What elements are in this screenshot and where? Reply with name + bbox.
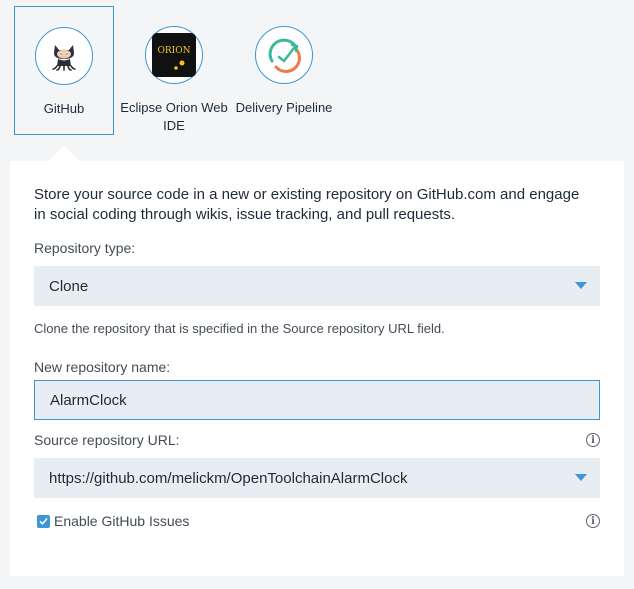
repository-type-value: Clone xyxy=(49,277,89,295)
source-repository-url-label: Source repository URL: xyxy=(34,432,180,448)
tool-label-github: GitHub xyxy=(43,101,85,116)
enable-issues-info-icon[interactable]: i xyxy=(586,514,600,528)
source-repository-url-select[interactable]: https://github.com/melickm/OpenToolchain… xyxy=(34,458,600,498)
tool-tile-delivery-pipeline[interactable]: Delivery Pipeline xyxy=(234,6,334,135)
enable-issues-row: Enable GitHub Issues xyxy=(37,513,189,529)
chevron-down-icon xyxy=(575,282,587,289)
new-repository-name-label: New repository name: xyxy=(34,359,171,375)
github-tile-icon-circle xyxy=(35,27,93,85)
source-repository-url-value: https://github.com/melickm/OpenToolchain… xyxy=(49,469,408,487)
toolchain-config-page: GitHub ORION Eclipse Orion Web IDE Deliv… xyxy=(0,0,634,589)
repository-type-help: Clone the repository that is specified i… xyxy=(34,321,445,336)
panel-description: Store your source code in a new or exist… xyxy=(34,186,580,223)
pipeline-tile-icon-circle xyxy=(255,26,313,84)
enable-issues-label: Enable GitHub Issues xyxy=(54,513,190,529)
repository-type-label: Repository type: xyxy=(34,240,136,256)
tool-tile-github[interactable]: GitHub xyxy=(14,6,114,135)
enable-issues-checkbox[interactable] xyxy=(37,514,50,528)
tool-tile-orion[interactable]: ORION Eclipse Orion Web IDE xyxy=(120,6,228,135)
orion-icon: ORION xyxy=(152,33,196,77)
repository-type-select[interactable]: Clone xyxy=(34,266,600,306)
checkmark-icon xyxy=(39,517,48,525)
selected-tool-pointer xyxy=(47,145,81,162)
new-repository-name-input[interactable] xyxy=(34,380,600,420)
orion-tile-icon-circle: ORION xyxy=(145,26,203,84)
delivery-pipeline-icon xyxy=(268,38,301,73)
tool-label-orion: Eclipse Orion Web IDE xyxy=(120,100,228,133)
github-octocat-icon xyxy=(52,45,76,71)
github-config-panel: Store your source code in a new or exist… xyxy=(10,161,624,576)
chevron-down-icon xyxy=(575,474,587,481)
source-url-info-icon[interactable]: i xyxy=(586,433,600,447)
orion-logo-text: ORION xyxy=(158,46,191,56)
tool-label-delivery-pipeline: Delivery Pipeline xyxy=(235,100,333,115)
